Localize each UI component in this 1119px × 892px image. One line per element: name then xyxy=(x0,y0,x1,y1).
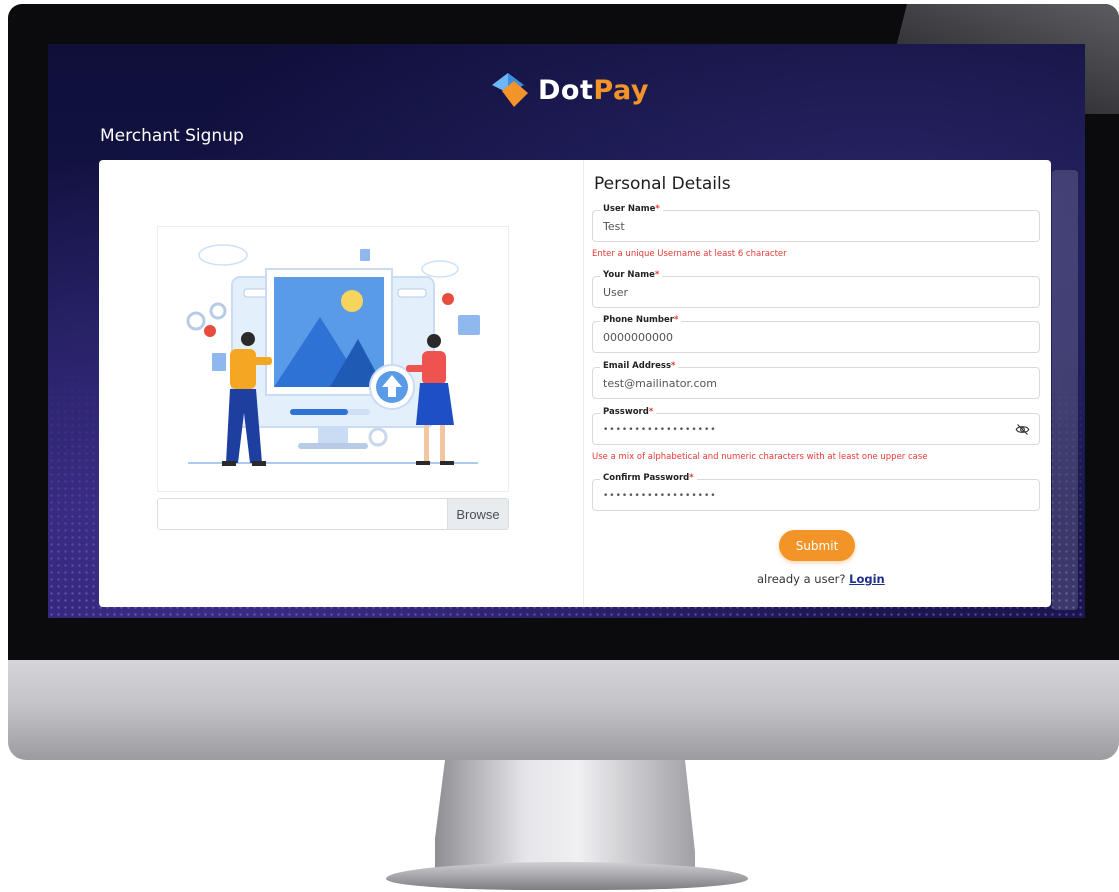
monitor-base xyxy=(386,862,748,890)
password-label: Password* xyxy=(600,407,657,418)
eye-off-icon[interactable] xyxy=(1015,422,1030,437)
username-value: Test xyxy=(603,220,625,233)
monitor-stand xyxy=(435,760,695,870)
signup-card: Browse Personal Details User Name* Test … xyxy=(99,160,1051,607)
browse-button[interactable]: Browse xyxy=(447,499,508,529)
confirm-password-label: Confirm Password* xyxy=(600,473,697,484)
password-hint: Use a mix of alphabetical and numeric ch… xyxy=(592,452,928,462)
login-prompt: already a user? Login xyxy=(757,572,885,586)
your-name-value: User xyxy=(603,286,629,299)
card-divider xyxy=(583,160,584,607)
your-name-label: Your Name* xyxy=(600,270,663,281)
file-input[interactable] xyxy=(158,499,447,529)
login-prompt-text: already a user? xyxy=(757,572,846,586)
your-name-field[interactable]: Your Name* User xyxy=(592,270,1040,308)
brand-logo: DotPay xyxy=(488,70,649,110)
phone-field[interactable]: Phone Number* 0000000000 xyxy=(592,315,1040,353)
upload-illustration-icon xyxy=(186,244,480,466)
phone-label: Phone Number* xyxy=(600,315,682,326)
username-field[interactable]: User Name* Test xyxy=(592,204,1040,242)
monitor-screen: DotPay Merchant Signup Browse Personal D… xyxy=(48,44,1085,618)
card-edge xyxy=(1052,170,1078,610)
password-field[interactable]: Password* •••••••••••••••••• xyxy=(592,407,1040,445)
file-upload-group: Browse xyxy=(157,498,509,530)
dotpay-logo-icon xyxy=(492,73,528,107)
upload-preview xyxy=(157,226,509,492)
monitor-chin xyxy=(8,660,1119,760)
confirm-password-value: •••••••••••••••••• xyxy=(603,491,717,501)
submit-button[interactable]: Submit xyxy=(779,530,855,561)
page-title: Merchant Signup xyxy=(100,126,244,146)
username-label: User Name* xyxy=(600,204,663,215)
password-value: •••••••••••••••••• xyxy=(603,425,717,435)
username-hint: Enter a unique Username at least 6 chara… xyxy=(592,249,787,259)
login-link[interactable]: Login xyxy=(849,572,885,586)
phone-value: 0000000000 xyxy=(603,331,673,344)
email-value: test@mailinator.com xyxy=(603,377,718,390)
email-field[interactable]: Email Address* test@mailinator.com xyxy=(592,361,1040,399)
confirm-password-field[interactable]: Confirm Password* •••••••••••••••••• xyxy=(592,473,1040,511)
email-label: Email Address* xyxy=(600,361,679,372)
form-title: Personal Details xyxy=(594,174,731,194)
brand-name: DotPay xyxy=(538,74,649,106)
